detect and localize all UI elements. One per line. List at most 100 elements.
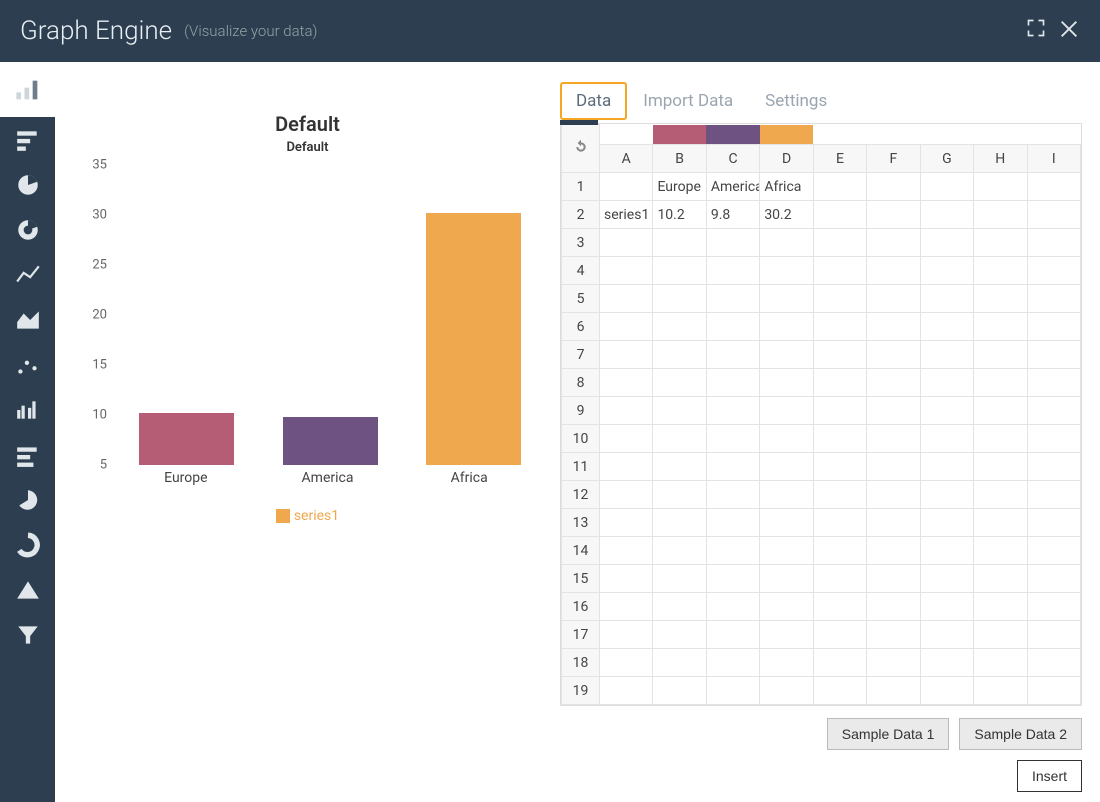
grid-cell[interactable] [867, 593, 920, 621]
grid-cell[interactable] [867, 537, 920, 565]
grid-cell[interactable] [920, 285, 973, 313]
grid-cell[interactable]: Africa [760, 173, 813, 201]
grid-cell[interactable] [600, 397, 653, 425]
data-grid[interactable]: ABCDEFGHI1EuropeAmericaAfrica2series110.… [561, 124, 1081, 705]
column-header[interactable]: H [974, 145, 1027, 173]
grid-cell[interactable] [600, 481, 653, 509]
grid-cell[interactable] [813, 285, 866, 313]
grid-cell[interactable] [600, 509, 653, 537]
grid-cell[interactable] [653, 257, 706, 285]
grid-cell[interactable] [706, 593, 759, 621]
grid-cell[interactable] [813, 201, 866, 229]
row-header[interactable]: 4 [562, 257, 600, 285]
sidebar-item-area[interactable] [0, 297, 55, 342]
grid-cell[interactable] [653, 341, 706, 369]
grid-cell[interactable] [920, 509, 973, 537]
grid-cell[interactable] [867, 369, 920, 397]
column-header[interactable]: A [600, 145, 653, 173]
row-header[interactable]: 6 [562, 313, 600, 341]
sidebar-item-donut[interactable] [0, 207, 55, 252]
grid-cell[interactable] [974, 481, 1027, 509]
grid-cell[interactable] [974, 397, 1027, 425]
grid-cell[interactable] [974, 257, 1027, 285]
grid-cell[interactable] [653, 677, 706, 705]
grid-cell[interactable] [760, 313, 813, 341]
grid-cell[interactable] [813, 481, 866, 509]
grid-cell[interactable] [653, 565, 706, 593]
column-header[interactable]: D [760, 145, 813, 173]
grid-cell[interactable] [974, 313, 1027, 341]
grid-cell[interactable] [813, 173, 866, 201]
grid-cell[interactable] [867, 341, 920, 369]
grid-cell[interactable] [813, 341, 866, 369]
row-header[interactable]: 18 [562, 649, 600, 677]
grid-cell[interactable] [653, 537, 706, 565]
grid-cell[interactable] [920, 537, 973, 565]
grid-cell[interactable] [920, 369, 973, 397]
grid-cell[interactable] [974, 425, 1027, 453]
sidebar-item-horizontal-bar[interactable] [0, 117, 55, 162]
grid-cell[interactable] [920, 425, 973, 453]
grid-cell[interactable] [867, 313, 920, 341]
grid-cell[interactable] [706, 677, 759, 705]
maximize-icon[interactable] [1026, 18, 1046, 44]
grid-cell[interactable] [760, 453, 813, 481]
grid-cell[interactable]: 10.2 [653, 201, 706, 229]
grid-cell[interactable] [760, 397, 813, 425]
grid-cell[interactable] [867, 677, 920, 705]
grid-cell[interactable] [867, 509, 920, 537]
row-header[interactable]: 5 [562, 285, 600, 313]
grid-cell[interactable] [813, 509, 866, 537]
grid-cell[interactable] [760, 649, 813, 677]
grid-cell[interactable] [974, 201, 1027, 229]
grid-cell[interactable] [1027, 509, 1081, 537]
grid-cell[interactable] [653, 509, 706, 537]
row-header[interactable]: 7 [562, 341, 600, 369]
grid-cell[interactable] [653, 285, 706, 313]
grid-cell[interactable] [974, 509, 1027, 537]
grid-cell[interactable] [1027, 593, 1081, 621]
grid-cell[interactable] [600, 229, 653, 257]
grid-cell[interactable] [600, 593, 653, 621]
grid-cell[interactable] [760, 565, 813, 593]
grid-cell[interactable] [813, 425, 866, 453]
grid-cell[interactable] [920, 257, 973, 285]
grid-cell[interactable] [600, 257, 653, 285]
grid-cell[interactable]: 9.8 [706, 201, 759, 229]
grid-cell[interactable] [867, 425, 920, 453]
grid-cell[interactable] [867, 397, 920, 425]
grid-cell[interactable] [974, 173, 1027, 201]
grid-cell[interactable] [1027, 341, 1081, 369]
sidebar-item-pyramid[interactable] [0, 567, 55, 612]
grid-cell[interactable] [760, 509, 813, 537]
sidebar-item-partial-pie[interactable] [0, 477, 55, 522]
sidebar-item-column-chart[interactable] [0, 62, 55, 117]
tab-settings[interactable]: Settings [749, 82, 843, 120]
grid-cell[interactable] [653, 453, 706, 481]
grid-cell[interactable] [653, 229, 706, 257]
sidebar-item-grouped-bar[interactable] [0, 387, 55, 432]
grid-cell[interactable]: Europe [653, 173, 706, 201]
grid-cell[interactable] [920, 341, 973, 369]
grid-cell[interactable] [813, 565, 866, 593]
grid-cell[interactable] [1027, 285, 1081, 313]
grid-cell[interactable] [760, 537, 813, 565]
grid-cell[interactable] [867, 285, 920, 313]
grid-cell[interactable] [600, 369, 653, 397]
grid-cell[interactable] [974, 537, 1027, 565]
grid-cell[interactable] [706, 425, 759, 453]
grid-cell[interactable] [600, 285, 653, 313]
row-header[interactable]: 19 [562, 677, 600, 705]
grid-cell[interactable] [706, 397, 759, 425]
row-header[interactable]: 11 [562, 453, 600, 481]
row-header[interactable]: 17 [562, 621, 600, 649]
grid-cell[interactable] [706, 509, 759, 537]
grid-cell[interactable] [600, 173, 653, 201]
grid-cell[interactable] [974, 285, 1027, 313]
grid-cell[interactable] [813, 593, 866, 621]
grid-cell[interactable] [706, 229, 759, 257]
column-header[interactable]: F [867, 145, 920, 173]
grid-cell[interactable] [920, 201, 973, 229]
grid-cell[interactable] [920, 173, 973, 201]
grid-cell[interactable] [706, 341, 759, 369]
